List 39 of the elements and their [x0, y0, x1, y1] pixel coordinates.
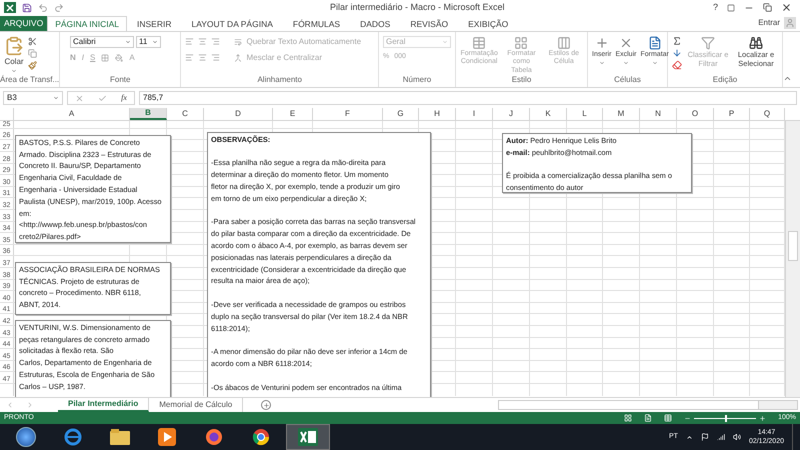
group-label: Número	[402, 74, 432, 86]
ribbon-tab[interactable]: LAYOUT DA PÁGINA	[181, 16, 283, 31]
column-header[interactable]: G	[383, 108, 419, 120]
group-label: Área de Transf...	[0, 74, 59, 86]
ribbon-tab[interactable]: ARQUIVO	[0, 16, 48, 31]
sheet-tab[interactable]: Pilar Intermediário	[58, 398, 150, 412]
ribbon-tab[interactable]: REVISÃO	[400, 16, 458, 31]
group-label: Células	[613, 74, 642, 86]
column-header[interactable]: H	[419, 108, 456, 120]
ribbon-tab[interactable]: DADOS	[350, 16, 400, 31]
column-header[interactable]: B	[130, 108, 167, 120]
column-header[interactable]: E	[273, 108, 313, 120]
formula-input[interactable]: 785,7	[139, 91, 797, 106]
ribbon-tab[interactable]: INSERIR	[126, 16, 182, 31]
group-label: Edição	[712, 74, 738, 86]
group-label: Estilo	[510, 75, 532, 86]
group-label: Fonte	[109, 74, 132, 86]
column-header[interactable]: L	[567, 108, 603, 120]
sign-in-link[interactable]: Entrar	[758, 17, 780, 30]
help-button[interactable]: ?	[712, 1, 718, 15]
column-header[interactable]: M	[603, 108, 640, 120]
name-box[interactable]: B3	[3, 91, 63, 106]
ribbon-tab[interactable]: FÓRMULAS	[282, 16, 350, 31]
window-title: Pilar intermediário - Macro - Microsoft Excel	[330, 1, 505, 14]
paste-button[interactable]: Colar	[4, 36, 24, 75]
column-header[interactable]: P	[714, 108, 750, 120]
column-header[interactable]: I	[456, 108, 493, 120]
column-header[interactable]: K	[530, 108, 567, 120]
insert-function-button[interactable]: fx	[121, 92, 127, 104]
column-header[interactable]: Q	[750, 108, 785, 120]
column-header[interactable]: F	[313, 108, 383, 120]
column-header[interactable]: D	[204, 108, 273, 120]
column-header[interactable]: O	[677, 108, 714, 120]
column-header[interactable]: N	[640, 108, 677, 120]
ribbon-tab[interactable]: PÁGINA INICIAL	[47, 16, 127, 31]
ribbon-tab[interactable]: EXIBIÇÃO	[458, 16, 518, 31]
column-header[interactable]: C	[167, 108, 204, 120]
column-header[interactable]: J	[493, 108, 530, 120]
group-label: Alinhamento	[256, 74, 303, 86]
